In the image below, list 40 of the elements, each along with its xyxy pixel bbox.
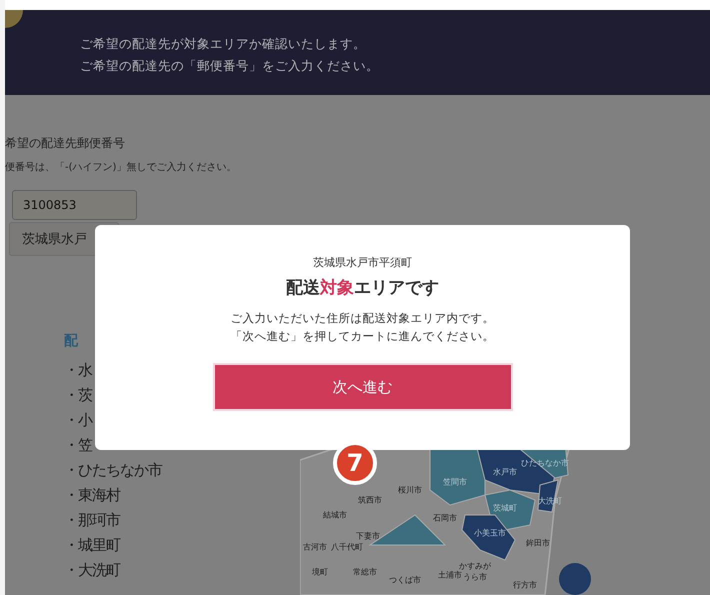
field-label: 希望の配達先郵便番号 — [5, 135, 125, 152]
map-label: 桜川市 — [398, 484, 422, 496]
map-label: かすみが — [459, 560, 491, 570]
area-list-item: ・那珂市 — [64, 510, 120, 531]
map-label: 土浦市 — [438, 570, 462, 580]
area-list-item: ・小 — [64, 410, 92, 431]
area-list-item: ・東海村 — [64, 485, 120, 506]
dialog-address: 茨城県水戸市平須町 — [313, 255, 412, 270]
header-text: ご希望の配達先が対象エリアか確認いたします。 — [80, 36, 367, 52]
area-list-item: ・水 — [64, 360, 92, 381]
map-label: 筑西市 — [358, 494, 382, 506]
area-list-item: ・茨 — [64, 385, 92, 406]
dialog-message: ご入力いただいた住所は配送対象エリア内です。 — [230, 310, 494, 327]
area-heading: 配 — [64, 332, 78, 350]
area-list-item: ・城里町 — [64, 535, 120, 556]
map-label: うら市 — [463, 572, 487, 582]
circle-decoration — [5, 10, 23, 28]
area-list-item: ・ひたちなか市 — [64, 460, 162, 481]
header-text: ご希望の配達先の「郵便番号」をご入力ください。 — [80, 58, 380, 74]
map-label: 小美玉市 — [474, 528, 506, 538]
map-label: 八千代町 — [331, 542, 363, 552]
next-button[interactable]: 次へ進む — [212, 363, 512, 411]
map-label: 水戸市 — [493, 466, 517, 478]
map-label: 古河市 — [303, 542, 327, 552]
map-label: 笠間市 — [443, 476, 467, 488]
dialog-message: 「次へ進む」を押してカートに進んでください。 — [230, 328, 494, 345]
area-list-item: ・大洗町 — [64, 560, 120, 581]
map-label: 石岡市 — [433, 512, 457, 524]
map-label: 行方市 — [513, 580, 537, 590]
map-label: 境町 — [312, 566, 328, 578]
map-label: 下妻市 — [356, 530, 380, 542]
map-label: 茨城町 — [493, 502, 517, 514]
map-label: つくば市 — [389, 574, 421, 586]
map-label: 結城市 — [323, 510, 347, 520]
map-label: 常総市 — [353, 566, 377, 578]
postal-code-field[interactable]: 3100853 — [12, 190, 137, 220]
dialog-title: 配送対象エリアです — [286, 277, 439, 299]
area-list-item: ・笠 — [64, 435, 92, 456]
field-hint: 便番号は、「-(ハイフン)」無しでご入力ください。 — [5, 160, 236, 174]
map-label: 鉾田市 — [526, 538, 550, 548]
